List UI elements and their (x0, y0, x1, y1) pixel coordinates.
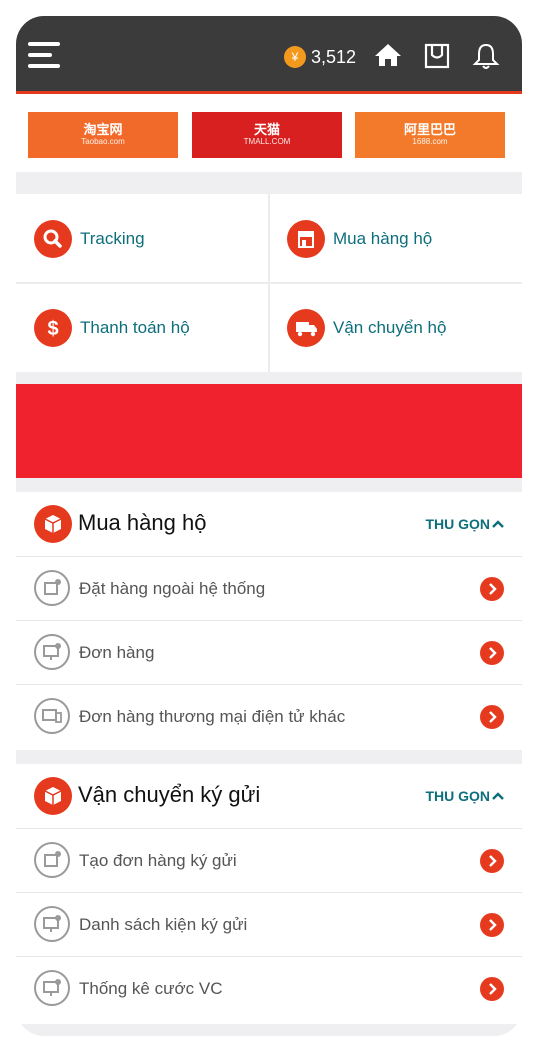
service-label: Vận chuyển hộ (333, 318, 447, 337)
service-label: Mua hàng hộ (333, 229, 433, 248)
list-item-label: Tạo đơn hàng ký gửi (79, 851, 237, 870)
truck-icon (287, 309, 325, 347)
grid-divider (16, 282, 522, 284)
chevron-right-icon[interactable] (480, 641, 504, 665)
list-item[interactable]: Đặt hàng ngoài hệ thống (16, 556, 522, 620)
svg-text:$: $ (47, 318, 58, 340)
box-icon (34, 570, 70, 606)
service-tracking[interactable]: Tracking (16, 194, 269, 283)
section-title: Mua hàng hộ (78, 510, 207, 535)
monitor-icon (34, 906, 70, 942)
store-icon (287, 220, 325, 258)
box-icon (34, 842, 70, 878)
chevron-right-icon[interactable] (480, 849, 504, 873)
list-item-label: Danh sách kiện ký gửi (79, 915, 248, 934)
list-item-label: Đặt hàng ngoài hệ thống (79, 579, 266, 598)
service-thanh-toan-ho[interactable]: $ Thanh toán hộ (16, 283, 269, 372)
tmall-logo[interactable]: 天猫 TMALL.COM (192, 112, 342, 158)
list-item[interactable]: Đơn hàng (16, 620, 522, 684)
home-icon[interactable] (374, 42, 402, 68)
taobao-logo[interactable]: 淘宝网 Taobao.com (28, 112, 178, 158)
top-bar: ¥ 3,512 (16, 16, 522, 94)
chevron-right-icon[interactable] (480, 913, 504, 937)
chevron-right-icon[interactable] (480, 977, 504, 1001)
service-label: Tracking (80, 229, 145, 248)
service-label: Thanh toán hộ (80, 318, 190, 337)
services-grid: Tracking Mua hàng hộ $ Thanh toán hộ Vận… (16, 194, 522, 372)
list-item-label: Đơn hàng (79, 643, 155, 662)
bell-icon[interactable] (472, 42, 500, 70)
service-van-chuyen-ho[interactable]: Vận chuyển hộ (269, 283, 522, 372)
chevron-up-icon (492, 788, 504, 804)
app-screen: ¥ 3,512 淘宝网 Taobao.com 天猫 TMALL.COM 阿里巴巴… (16, 16, 522, 1036)
devices-icon (34, 698, 70, 734)
search-icon (34, 220, 72, 258)
section-van-chuyen-ky-gui: Vận chuyển ký gửi THU GỌN Tạo đơn hàng k… (16, 764, 522, 1024)
monitor-icon (34, 634, 70, 670)
chevron-right-icon[interactable] (480, 577, 504, 601)
collapse-button[interactable]: THU GỌN (425, 788, 504, 804)
section-header: Vận chuyển ký gửi THU GỌN (16, 764, 522, 828)
alibaba-1688-logo[interactable]: 阿里巴巴 1688.com (355, 112, 505, 158)
chevron-right-icon[interactable] (480, 705, 504, 729)
section-header: Mua hàng hộ THU GỌN (16, 492, 522, 556)
chevron-up-icon (492, 516, 504, 532)
promo-banner[interactable] (16, 384, 522, 478)
shopping-bag-icon[interactable] (423, 42, 451, 70)
dollar-icon: $ (34, 309, 72, 347)
list-item-label: Đơn hàng thương mại điện tử khác (79, 707, 346, 726)
list-item[interactable]: Danh sách kiện ký gửi (16, 892, 522, 956)
service-mua-hang-ho[interactable]: Mua hàng hộ (269, 194, 522, 283)
package-icon (34, 505, 72, 543)
menu-icon[interactable] (28, 42, 62, 70)
section-mua-hang-ho: Mua hàng hộ THU GỌN Đặt hàng ngoài hệ th… (16, 492, 522, 750)
list-item-label: Thống kê cước VC (79, 979, 223, 998)
coin-icon: ¥ (284, 46, 306, 68)
list-item[interactable]: Thống kê cước VC (16, 956, 522, 1020)
marketplace-logos: 淘宝网 Taobao.com 天猫 TMALL.COM 阿里巴巴 1688.co… (16, 94, 522, 172)
list-item[interactable]: Tạo đơn hàng ký gửi (16, 828, 522, 892)
list-item[interactable]: Đơn hàng thương mại điện tử khác (16, 684, 522, 748)
package-icon (34, 777, 72, 815)
monitor-icon (34, 970, 70, 1006)
collapse-button[interactable]: THU GỌN (425, 516, 504, 532)
coin-balance: 3,512 (311, 47, 357, 67)
section-title: Vận chuyển ký gửi (78, 782, 261, 807)
